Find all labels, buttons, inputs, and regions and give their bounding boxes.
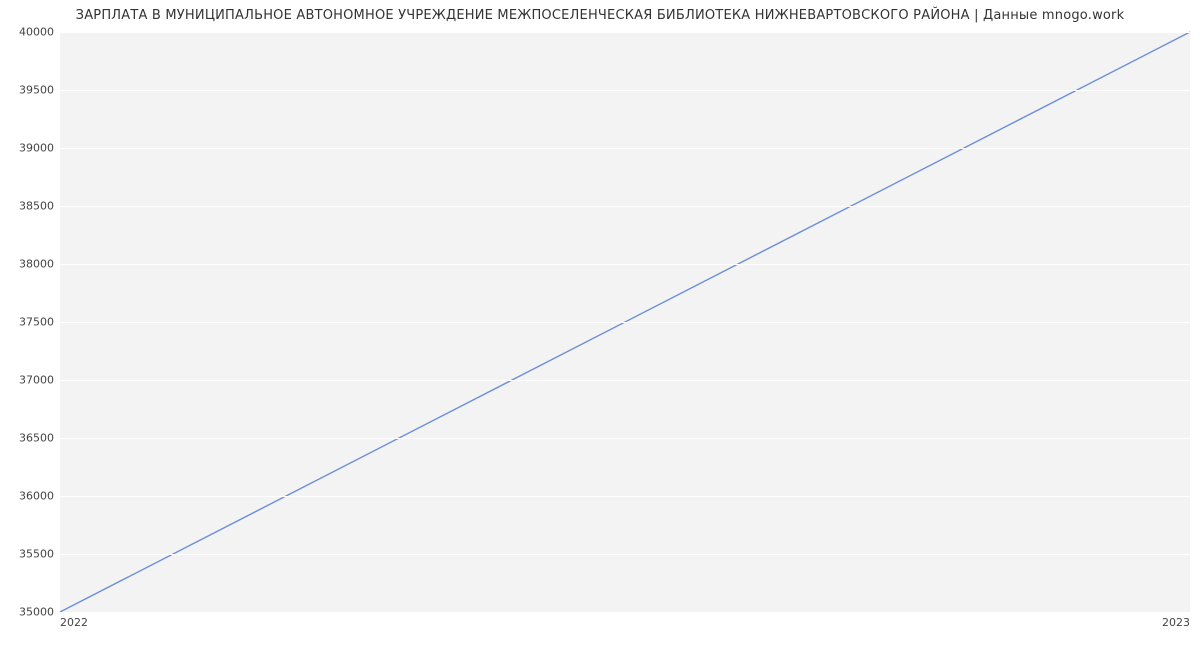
gridline	[60, 322, 1190, 323]
plot-area	[60, 32, 1190, 612]
y-tick-label: 36000	[4, 490, 54, 503]
salary-line-chart: ЗАРПЛАТА В МУНИЦИПАЛЬНОЕ АВТОНОМНОЕ УЧРЕ…	[0, 0, 1200, 650]
y-tick-label: 35000	[4, 606, 54, 619]
gridline	[60, 264, 1190, 265]
y-tick-label: 38000	[4, 258, 54, 271]
gridline	[60, 438, 1190, 439]
y-tick-label: 38500	[4, 200, 54, 213]
gridline	[60, 148, 1190, 149]
y-tick-label: 40000	[4, 26, 54, 39]
gridline	[60, 32, 1190, 33]
y-tick-label: 39000	[4, 142, 54, 155]
gridline	[60, 612, 1190, 613]
y-tick-label: 37000	[4, 374, 54, 387]
y-tick-label: 39500	[4, 84, 54, 97]
gridline	[60, 90, 1190, 91]
x-tick-label: 2022	[60, 616, 88, 629]
x-tick-label: 2023	[1162, 616, 1190, 629]
gridline	[60, 496, 1190, 497]
y-tick-label: 35500	[4, 548, 54, 561]
y-tick-label: 37500	[4, 316, 54, 329]
chart-title: ЗАРПЛАТА В МУНИЦИПАЛЬНОЕ АВТОНОМНОЕ УЧРЕ…	[0, 8, 1200, 23]
gridline	[60, 380, 1190, 381]
gridline	[60, 206, 1190, 207]
y-tick-label: 36500	[4, 432, 54, 445]
gridline	[60, 554, 1190, 555]
